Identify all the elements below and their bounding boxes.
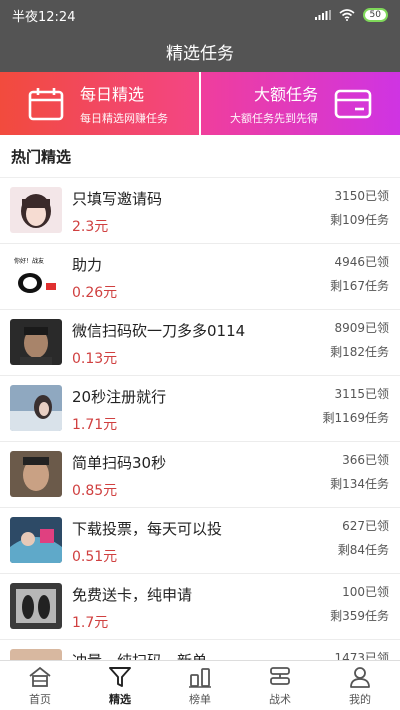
task-price: 0.26元 (72, 285, 118, 301)
task-row[interactable]: 下载投票，每天可以投 0.51元 627已领 剩84任务 (0, 508, 400, 574)
task-claimed-count: 366已领 (342, 453, 389, 467)
tab-featured[interactable]: 精选 (80, 661, 160, 710)
section-title: 热门精选 (0, 135, 400, 178)
task-row[interactable]: 免费送卡，纯申请 1.7元 100已领 剩359任务 (0, 574, 400, 640)
task-claimed-count: 3150已领 (334, 189, 389, 203)
task-list: 只填写邀请码 2.3元 3150已领 剩109任务 你好！战友 助力 0.26元… (0, 178, 400, 660)
task-row[interactable]: 微信扫码砍一刀多多0114 0.13元 8909已领 剩182任务 (0, 310, 400, 376)
task-thumbnail (10, 319, 62, 365)
task-thumbnail (10, 583, 62, 629)
task-thumbnail (10, 517, 62, 563)
tab-profile[interactable]: 我的 (320, 661, 400, 710)
task-thumbnail (10, 385, 62, 431)
big-tasks-text: 大额任务 大额任务先到先得 (230, 81, 318, 126)
task-price: 0.13元 (72, 351, 118, 367)
task-title: 20秒注册就行 (72, 388, 167, 406)
task-remaining-count: 剩167任务 (330, 279, 389, 293)
home-icon (27, 666, 53, 688)
task-title: 微信扫码砍一刀多多0114 (72, 322, 246, 340)
tab-home-label: 首页 (29, 692, 51, 706)
task-thumbnail (10, 187, 62, 233)
wifi-icon (339, 9, 355, 21)
task-row[interactable]: 冲量，纯扫码，新单 1473已领 (0, 640, 400, 660)
task-claimed-count: 1473已领 (334, 651, 389, 660)
task-claimed-count: 100已领 (342, 585, 389, 599)
daily-picks-text: 每日精选 每日精选网赚任务 (80, 81, 168, 126)
task-price: 0.51元 (72, 549, 118, 565)
calendar-icon (28, 87, 64, 120)
hot-picks-heading: 热门精选 (11, 147, 72, 166)
task-row[interactable]: 只填写邀请码 2.3元 3150已领 剩109任务 (0, 178, 400, 244)
ranking-icon (187, 666, 213, 688)
task-price: 2.3元 (72, 219, 109, 235)
daily-picks-banner[interactable]: 每日精选 每日精选网赚任务 (0, 72, 199, 135)
filter-icon (107, 666, 133, 688)
tab-tactics[interactable]: 战术 (240, 661, 320, 710)
task-remaining-count: 剩109任务 (330, 213, 389, 227)
category-banner: 每日精选 每日精选网赚任务 大额任务 大额任务先到先得 (0, 72, 400, 135)
task-price: 0.85元 (72, 483, 118, 499)
task-title: 简单扫码30秒 (72, 454, 167, 472)
status-time: 半夜12:24 (12, 9, 76, 25)
status-icons: 50 (314, 8, 388, 22)
tactics-icon (267, 666, 293, 688)
tab-profile-label: 我的 (349, 692, 371, 706)
bottom-tab-bar: 首页 精选 榜单 战术 我的 (0, 660, 400, 710)
signal-icon (314, 10, 331, 20)
task-title: 助力 (72, 256, 103, 274)
task-row[interactable]: 你好！战友 助力 0.26元 4946已领 剩167任务 (0, 244, 400, 310)
task-price: 1.71元 (72, 417, 118, 433)
task-price: 1.7元 (72, 615, 109, 631)
daily-picks-title: 每日精选 (80, 85, 145, 104)
task-thumbnail: 你好！战友 (10, 253, 62, 299)
task-title: 冲量，纯扫码，新单 (72, 650, 207, 660)
task-remaining-count: 剩84任务 (337, 543, 389, 557)
big-tasks-banner[interactable]: 大额任务 大额任务先到先得 (201, 72, 400, 135)
task-title: 下载投票，每天可以投 (72, 520, 223, 538)
battery-icon: 50 (362, 8, 388, 22)
tab-featured-label: 精选 (109, 692, 131, 706)
task-thumbnail (10, 649, 62, 660)
task-row[interactable]: 简单扫码30秒 0.85元 366已领 剩134任务 (0, 442, 400, 508)
task-title: 只填写邀请码 (72, 190, 163, 208)
tab-ranking-label: 榜单 (189, 692, 211, 706)
page-title: 精选任务 (166, 43, 234, 64)
title-bar: 精选任务 (0, 30, 400, 72)
task-remaining-count: 剩134任务 (330, 477, 389, 491)
daily-picks-subtitle: 每日精选网赚任务 (80, 112, 168, 125)
card-icon (334, 89, 372, 118)
tab-tactics-label: 战术 (269, 692, 291, 706)
profile-icon (347, 666, 373, 688)
meme-caption: 你好！战友 (14, 257, 44, 265)
task-remaining-count: 剩359任务 (330, 609, 389, 623)
task-claimed-count: 4946已领 (334, 255, 389, 269)
big-tasks-subtitle: 大额任务先到先得 (230, 112, 318, 125)
tab-ranking[interactable]: 榜单 (160, 661, 240, 710)
task-remaining-count: 剩182任务 (330, 345, 389, 359)
task-claimed-count: 3115已领 (334, 387, 389, 401)
task-remaining-count: 剩1169任务 (322, 411, 389, 425)
task-row[interactable]: 20秒注册就行 1.71元 3115已领 剩1169任务 (0, 376, 400, 442)
big-tasks-title: 大额任务 (253, 85, 318, 104)
tab-home[interactable]: 首页 (0, 661, 80, 710)
task-thumbnail (10, 451, 62, 497)
task-title: 免费送卡，纯申请 (72, 586, 193, 604)
task-claimed-count: 8909已领 (334, 321, 389, 335)
task-claimed-count: 627已领 (342, 519, 389, 533)
status-bar: 半夜12:24 50 (0, 0, 400, 30)
